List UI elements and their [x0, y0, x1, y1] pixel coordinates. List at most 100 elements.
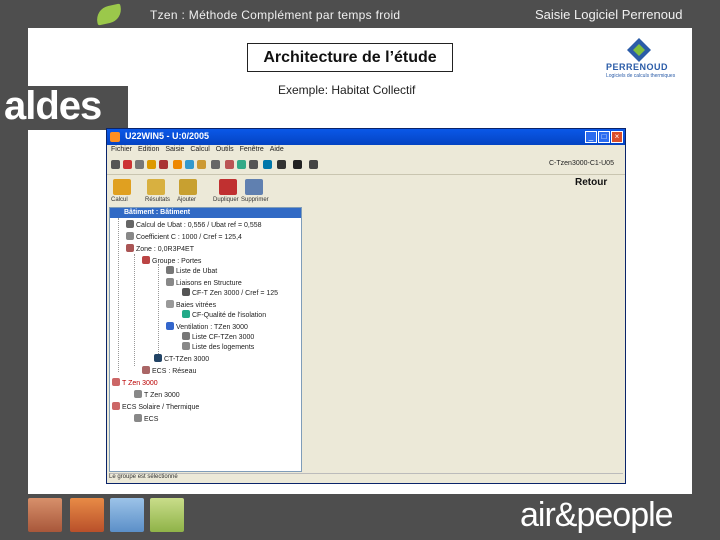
node-icon	[182, 310, 190, 318]
check-icon[interactable]	[293, 160, 302, 169]
menu-item[interactable]: Outils	[216, 146, 234, 153]
node-icon	[126, 220, 134, 228]
tree-item[interactable]: ECS	[134, 414, 158, 423]
tree-item[interactable]: Ventilation : TZen 3000	[166, 322, 248, 331]
header-right-text: Saisie Logiciel Perrenoud	[535, 7, 683, 22]
tool-icon[interactable]	[197, 160, 206, 169]
face-photo	[70, 498, 104, 532]
tree-item[interactable]: ECS : Réseau	[142, 366, 196, 375]
action-label: Résultats	[145, 197, 171, 203]
tree-header-label: Bâtiment : Bâtiment	[124, 209, 191, 216]
tree-item[interactable]: Zone : 0,0R3P4ET	[126, 244, 194, 253]
node-icon	[134, 390, 142, 398]
add-icon[interactable]	[179, 179, 197, 195]
tool-icon[interactable]	[147, 160, 156, 169]
node-icon	[154, 354, 162, 362]
node-icon	[166, 300, 174, 308]
tree-item[interactable]: ECS Solaire / Thermique	[112, 402, 199, 411]
action-label: Dupliquer	[213, 197, 239, 203]
tool-icon[interactable]	[309, 160, 318, 169]
aldes-logo: aldes	[4, 84, 102, 128]
menu-item[interactable]: Aide	[270, 146, 284, 153]
tool-icon[interactable]	[173, 160, 182, 169]
tool-icon[interactable]	[237, 160, 246, 169]
menu-bar: Fichier Edition Saisie Calcul Outils Fen…	[107, 146, 625, 157]
tree-item[interactable]: Liaisons en Structure	[166, 278, 242, 287]
window-title-bar[interactable]: U22WIN5 - U:0/2005 _ □ ×	[107, 129, 625, 145]
tree-item[interactable]: Calcul de Ubat : 0,556 / Ubat ref = 0,55…	[126, 220, 262, 229]
tree-item[interactable]: CT-TZen 3000	[154, 354, 209, 363]
status-bar: Le groupe est sélectionné	[109, 473, 623, 483]
tree-item[interactable]: T Zen 3000	[112, 378, 158, 387]
tool-icon[interactable]	[111, 160, 120, 169]
project-name: C-Tzen3000-C1-U05	[549, 160, 614, 167]
window-title: U22WIN5 - U:0/2005	[125, 131, 210, 141]
node-icon	[166, 278, 174, 286]
slide-title: Architecture de l’étude	[247, 43, 453, 72]
face-photo	[28, 498, 62, 532]
node-icon	[126, 232, 134, 240]
header-title: Tzen : Méthode Complément par temps froi…	[150, 8, 401, 22]
action-label: Ajouter	[177, 197, 197, 203]
tree-item[interactable]: Liste des logements	[182, 342, 254, 351]
tree-item[interactable]: CF-T Zen 3000 / Cref = 125	[182, 288, 278, 297]
menu-item[interactable]: Fenêtre	[240, 146, 264, 153]
app-window: U22WIN5 - U:0/2005 _ □ × Fichier Edition…	[106, 128, 626, 484]
menu-item[interactable]: Edition	[138, 146, 159, 153]
node-icon	[182, 332, 190, 340]
tool-icon[interactable]	[225, 160, 234, 169]
slide-subtitle: Exemple: Habitat Collectif	[278, 83, 416, 97]
close-button[interactable]: ×	[611, 131, 623, 143]
node-icon	[142, 366, 150, 374]
action-label: Supprimer	[241, 197, 269, 203]
face-photo	[150, 498, 184, 532]
duplicate-icon[interactable]	[219, 179, 237, 195]
tool-icon[interactable]	[277, 160, 286, 169]
air-people-logo: air&people	[520, 496, 674, 534]
tool-icon[interactable]	[159, 160, 168, 169]
project-tree: Bâtiment : Bâtiment Calcul de Ubat : 0,5…	[109, 207, 302, 472]
menu-item[interactable]: Calcul	[190, 146, 209, 153]
perrenoud-tagline: Logiciels de calculs thermiques	[606, 73, 676, 79]
maximize-button[interactable]: □	[598, 131, 610, 143]
toolbar	[107, 157, 625, 173]
node-icon	[112, 402, 120, 410]
tree-header[interactable]: Bâtiment : Bâtiment	[110, 208, 301, 218]
tree-item[interactable]: Liste CF-TZen 3000	[182, 332, 254, 341]
tree-item[interactable]: CF-Qualité de l'isolation	[182, 310, 266, 319]
tool-icon[interactable]	[211, 160, 220, 169]
tool-icon[interactable]	[249, 160, 258, 169]
node-icon	[166, 266, 174, 274]
menu-item[interactable]: Fichier	[111, 146, 132, 153]
action-label: Calcul	[111, 197, 128, 203]
tree-item[interactable]: Groupe : Portes	[142, 256, 201, 265]
node-icon	[112, 378, 120, 386]
node-icon	[182, 342, 190, 350]
tool-icon[interactable]	[263, 160, 272, 169]
tool-icon[interactable]	[123, 160, 132, 169]
right-band	[692, 28, 720, 494]
tree-item[interactable]: T Zen 3000	[134, 390, 180, 399]
node-icon	[182, 288, 190, 296]
menu-item[interactable]: Saisie	[165, 146, 184, 153]
tree-item[interactable]: Baies vitrées	[166, 300, 216, 309]
tool-icon[interactable]	[135, 160, 144, 169]
perrenoud-wordmark: PERRENOUD	[606, 62, 669, 72]
tree-line	[158, 264, 159, 354]
tree-item[interactable]: Coefficient C : 1000 / Cref = 125,4	[126, 232, 242, 241]
results-icon[interactable]	[147, 179, 165, 195]
face-photo	[110, 498, 144, 532]
calcul-icon[interactable]	[113, 179, 131, 195]
delete-icon[interactable]	[245, 179, 263, 195]
node-icon	[166, 322, 174, 330]
tree-line	[134, 254, 135, 366]
app-icon	[110, 132, 120, 142]
tree-item[interactable]: Liste de Ubat	[166, 266, 217, 275]
minimize-button[interactable]: _	[585, 131, 597, 143]
node-icon	[134, 414, 142, 422]
tree-line	[118, 218, 119, 372]
node-icon	[126, 244, 134, 252]
retour-button[interactable]: Retour	[575, 177, 607, 188]
action-bar: Calcul Résultats Ajouter Dupliquer Suppr…	[107, 174, 625, 207]
tool-icon[interactable]	[185, 160, 194, 169]
